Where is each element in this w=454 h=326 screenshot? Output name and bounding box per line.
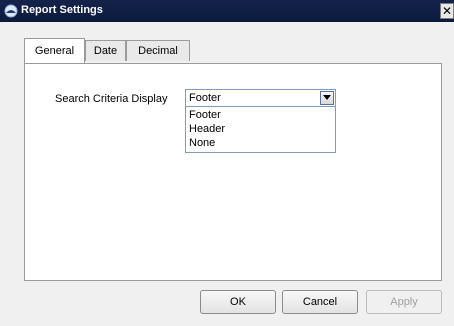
tab-general[interactable]: General bbox=[24, 38, 85, 63]
report-settings-window: Report Settings ✕ General Date Decimal S… bbox=[0, 0, 454, 326]
close-icon: ✕ bbox=[441, 4, 453, 18]
select-value: Footer bbox=[189, 92, 221, 104]
search-criteria-select[interactable]: Footer bbox=[185, 89, 336, 107]
search-criteria-label: Search Criteria Display bbox=[55, 93, 168, 105]
select-options-list: Footer Header None bbox=[185, 107, 336, 153]
ok-button[interactable]: OK bbox=[200, 290, 276, 314]
close-button[interactable]: ✕ bbox=[440, 3, 454, 19]
tab-decimal-label: Decimal bbox=[138, 45, 178, 57]
apply-button[interactable]: Apply bbox=[366, 290, 442, 314]
window-title: Report Settings bbox=[21, 4, 103, 16]
tab-date[interactable]: Date bbox=[85, 40, 126, 61]
option-none[interactable]: None bbox=[189, 136, 215, 150]
cancel-button[interactable]: Cancel bbox=[282, 290, 358, 314]
option-footer[interactable]: Footer bbox=[189, 108, 221, 122]
tab-date-label: Date bbox=[93, 45, 118, 57]
option-header[interactable]: Header bbox=[189, 122, 225, 136]
title-bar[interactable]: Report Settings ✕ bbox=[0, 0, 454, 22]
dropdown-button[interactable] bbox=[320, 91, 334, 105]
app-icon bbox=[4, 4, 18, 18]
tab-decimal[interactable]: Decimal bbox=[126, 40, 190, 61]
chevron-down-icon bbox=[323, 95, 331, 100]
tab-general-label: General bbox=[34, 45, 75, 57]
